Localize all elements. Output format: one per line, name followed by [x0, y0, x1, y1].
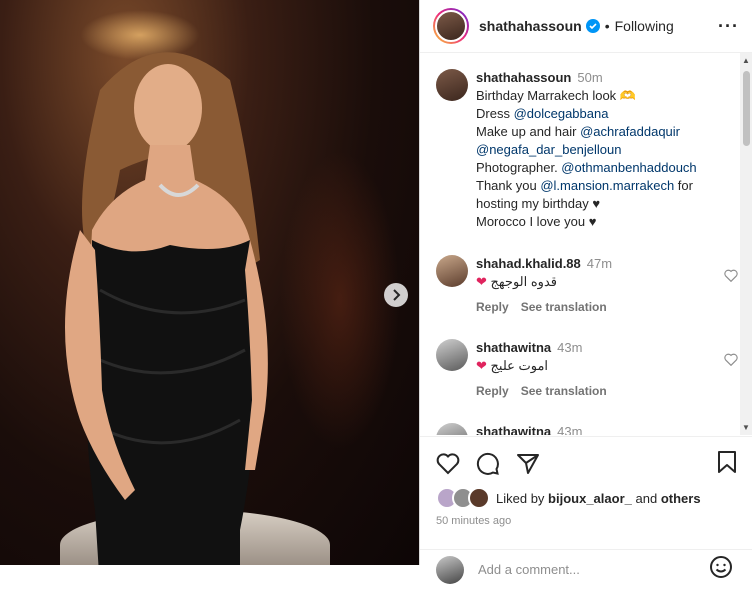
caption-line: Dress @dolcegabbana — [476, 106, 609, 121]
avatar[interactable] — [436, 339, 468, 371]
header-username[interactable]: shathahassoun — [479, 18, 582, 34]
liked-by-user[interactable]: bijoux_alaor_ — [548, 491, 632, 506]
reply-button[interactable]: Reply — [476, 384, 509, 398]
scroll-down-arrow-icon[interactable]: ▼ — [742, 423, 750, 432]
comments-list: shathahassoun 50m Birthday Marrakech look… — [420, 53, 740, 435]
caption-line: Birthday Marrakech look 🫶 — [476, 88, 636, 103]
avatar[interactable] — [435, 10, 467, 42]
avatar[interactable] — [436, 69, 468, 101]
comment-text: اموت عليج — [490, 358, 549, 373]
mention-link[interactable]: @dolcegabbana — [514, 106, 609, 121]
add-comment-bar: Add a comment... — [420, 549, 752, 589]
like-comment-heart-icon[interactable] — [724, 269, 738, 282]
post-footer: Liked by bijoux_alaor_ and others 50 min… — [420, 436, 752, 584]
action-bar — [420, 437, 752, 479]
liked-by-others[interactable]: others — [661, 491, 701, 506]
story-ring[interactable] — [433, 8, 469, 44]
avatar — [436, 555, 464, 584]
mention-link[interactable]: @l.mansion.marrakech — [540, 178, 674, 193]
more-options-icon[interactable]: ··· — [718, 16, 739, 37]
liked-by-label: Liked by — [496, 490, 545, 506]
caption-line: @negafa_dar_benjelloun — [476, 141, 736, 159]
comment-text: قدوه الوجهج — [490, 274, 557, 289]
add-comment-input[interactable]: Add a comment... — [478, 562, 580, 577]
red-heart-icon: ❤ — [476, 274, 487, 289]
caption-text: shathahassoun 50m Birthday Marrakech look… — [476, 69, 736, 231]
scrollbar-thumb[interactable] — [743, 71, 750, 146]
scroll-up-arrow-icon[interactable]: ▲ — [742, 56, 750, 65]
comment-username[interactable]: shathawitna — [476, 424, 551, 435]
caption-line: Make up and hair @achrafaddaquir — [476, 124, 681, 139]
mention-link[interactable]: @achrafaddaquir — [580, 124, 680, 139]
emoji-icon[interactable] — [709, 555, 733, 579]
verified-badge-icon — [585, 19, 600, 33]
photo-light — [280, 150, 400, 450]
avatar[interactable] — [436, 255, 468, 287]
caption-line: Thank you @l.mansion.marrakech for — [476, 178, 693, 193]
caption-line: Photographer. @othmanbenhaddouch — [476, 160, 697, 175]
comment-username[interactable]: shathawitna — [476, 340, 551, 355]
see-translation-button[interactable]: See translation — [521, 384, 607, 398]
next-image-button[interactable] — [384, 283, 408, 307]
chevron-right-icon — [393, 289, 401, 301]
avatar — [468, 487, 490, 509]
post-timestamp[interactable]: 50 minutes ago — [420, 509, 752, 527]
comment-item: shahad.khalid.88 47m ❤ قدوه الوجهج Reply S… — [420, 241, 740, 314]
mention-link[interactable]: @othmanbenhaddouch — [561, 160, 696, 175]
caption-line: hosting my birthday ♥ — [476, 196, 601, 211]
comment-item: shathawitna 43m ❤ اموت عليج Reply See tran… — [420, 325, 740, 398]
post-photo[interactable] — [0, 0, 419, 565]
comment-bubble-icon[interactable] — [476, 452, 500, 476]
like-heart-icon[interactable] — [436, 453, 460, 475]
caption-username[interactable]: shathahassoun — [476, 70, 571, 85]
comment-time: 43m — [557, 424, 583, 435]
comment-time: 47m — [586, 256, 613, 271]
following-button[interactable]: Following — [615, 18, 674, 34]
photo-figure — [65, 52, 268, 565]
caption-line: Morocco I love you ♥ — [476, 214, 597, 229]
separator-dot: • — [604, 18, 610, 34]
liked-by-and: and — [635, 490, 658, 506]
likes-summary: Liked by bijoux_alaor_ and others — [420, 479, 752, 509]
comment-time: 43m — [557, 340, 583, 355]
comment-item: shathawitna 43m — [420, 409, 740, 435]
post-details-panel: shathahassoun • Following ··· shathahass… — [419, 0, 752, 584]
like-comment-heart-icon[interactable] — [724, 353, 738, 366]
caption: shathahassoun 50m Birthday Marrakech look… — [420, 53, 740, 231]
share-paper-plane-icon[interactable] — [516, 452, 540, 476]
see-translation-button[interactable]: See translation — [521, 300, 607, 314]
mention-link[interactable]: @negafa_dar_benjelloun — [476, 142, 621, 157]
comments-scrollbar[interactable]: ▲ ▼ — [740, 53, 752, 435]
liker-avatars[interactable] — [436, 487, 490, 509]
red-heart-icon: ❤ — [476, 358, 487, 373]
caption-time: 50m — [577, 70, 603, 85]
comment-username[interactable]: shahad.khalid.88 — [476, 256, 581, 271]
save-bookmark-icon[interactable] — [717, 451, 737, 473]
post-header: shathahassoun • Following ··· — [420, 0, 752, 53]
reply-button[interactable]: Reply — [476, 300, 509, 314]
avatar[interactable] — [436, 423, 468, 435]
